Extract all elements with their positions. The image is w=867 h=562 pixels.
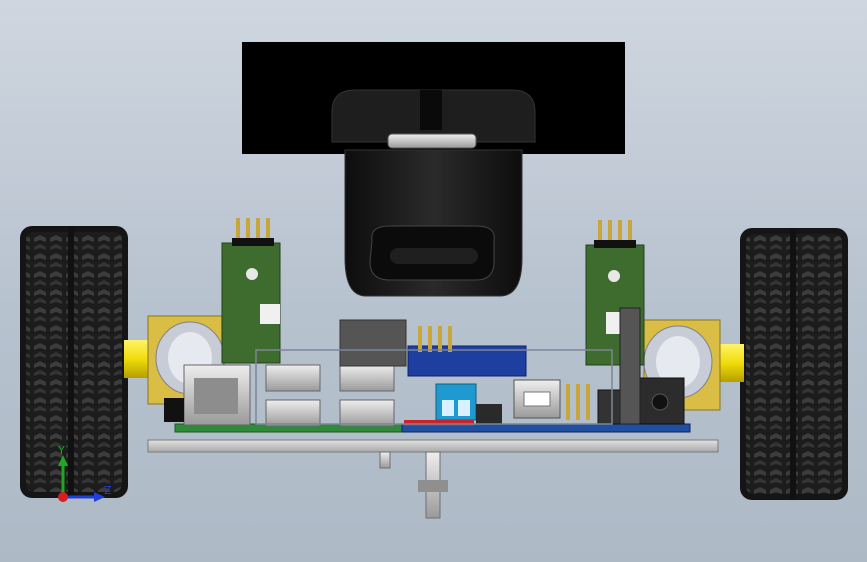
screw <box>379 451 391 469</box>
caster-foot <box>418 480 448 492</box>
camera-module <box>331 89 536 297</box>
chassis-plate <box>147 439 719 453</box>
left-sensor-board <box>221 218 281 364</box>
triad-z-label: Z <box>104 484 112 497</box>
triad-y-label: Y <box>57 444 65 457</box>
cad-viewport[interactable]: Y Z <box>0 0 867 562</box>
left-wheel <box>20 226 128 498</box>
right-wheel <box>740 228 848 500</box>
triad-origin <box>58 492 68 502</box>
right-motor-shaft <box>718 344 744 382</box>
left-motor-shaft <box>124 340 150 378</box>
